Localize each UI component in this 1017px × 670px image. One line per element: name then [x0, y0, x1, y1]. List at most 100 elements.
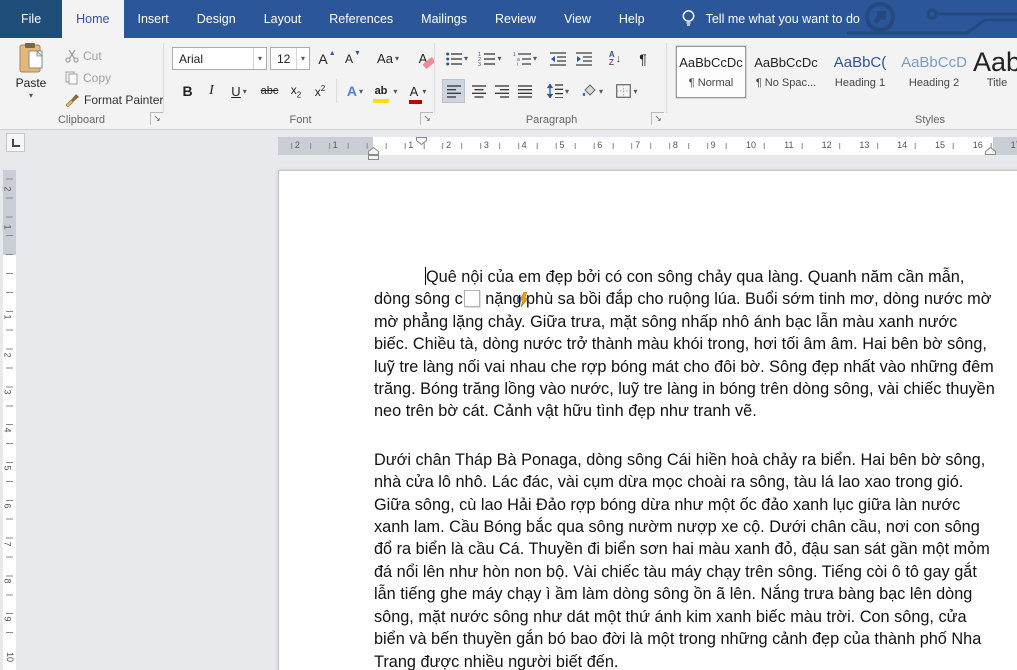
highlight-glyph: ab: [372, 85, 389, 103]
tab-insert[interactable]: Insert: [124, 0, 183, 38]
underline-dropdown-icon: ▾: [242, 86, 247, 96]
sort-button[interactable]: AZ ↓: [602, 47, 628, 70]
underline-button[interactable]: U ▾: [224, 79, 254, 103]
tell-me-box[interactable]: Tell me what you want to do: [681, 0, 860, 38]
subscript-button[interactable]: x2: [285, 79, 307, 103]
cut-label: Cut: [83, 48, 102, 63]
tab-layout[interactable]: Layout: [250, 0, 316, 38]
shading-button[interactable]: ▾: [577, 79, 607, 103]
font-name-value: Arial: [179, 51, 204, 66]
ribbon: Paste ▾ Cut Copy Format Painter Clipboar…: [0, 38, 1017, 130]
style-heading1[interactable]: AaBbC( Heading 1: [825, 46, 895, 98]
svg-text:i: i: [517, 62, 518, 66]
borders-icon: [616, 84, 632, 98]
style-normal[interactable]: AaBbCcDc ¶ Normal: [676, 46, 746, 98]
document-workspace[interactable]: Quê nội của em đẹp bởi có con sông chảy …: [0, 163, 1017, 670]
font-group-label: Font: [289, 114, 312, 126]
decrease-indent-icon: [550, 51, 566, 66]
font-color-button[interactable]: A ▾: [403, 79, 433, 104]
grow-font-button[interactable]: A ▲: [315, 47, 339, 70]
tab-view[interactable]: View: [550, 0, 605, 38]
align-left-button[interactable]: [442, 79, 465, 103]
numbering-dropdown-icon: ▾: [497, 54, 502, 63]
change-case-button[interactable]: Aa ▾: [372, 47, 404, 70]
tab-file[interactable]: File: [0, 0, 63, 38]
style-name: ¶ No Spac...: [755, 77, 817, 89]
show-hide-pilcrow-button[interactable]: ¶: [632, 47, 654, 70]
tab-references[interactable]: References: [315, 0, 407, 38]
cut-button[interactable]: Cut: [62, 45, 105, 66]
tab-mailings[interactable]: Mailings: [407, 0, 481, 38]
vruler-number: 4: [2, 426, 13, 434]
vruler-number: 1: [2, 223, 13, 231]
clear-formatting-button[interactable]: A: [410, 47, 436, 70]
align-center-button[interactable]: [467, 79, 490, 103]
paste-label: Paste: [15, 76, 47, 90]
horizontal-ruler[interactable]: 121234567891011121314151617: [278, 137, 1017, 160]
shrink-font-button[interactable]: A ▼: [341, 47, 365, 70]
change-case-glyph: Aa: [377, 51, 393, 66]
copy-icon: [65, 71, 78, 84]
copy-button[interactable]: Copy: [62, 67, 114, 88]
first-line-indent-marker[interactable]: [416, 137, 427, 145]
align-right-button[interactable]: [490, 79, 513, 103]
font-size-combo[interactable]: 12 ▾: [270, 47, 310, 70]
hanging-indent-marker[interactable]: [368, 147, 379, 160]
font-color-dropdown-icon: ▾: [422, 86, 427, 96]
vruler-number: 8: [2, 577, 13, 585]
tab-review[interactable]: Review: [481, 0, 550, 38]
paragraph-1[interactable]: Quê nội của em đẹp bởi có con sông chảy …: [374, 266, 995, 423]
hruler-number: 11: [782, 140, 796, 150]
autocorrect-options-icon[interactable]: [463, 290, 529, 308]
decrease-indent-button[interactable]: [546, 47, 570, 70]
document-text[interactable]: Quê nội của em đẹp bởi có con sông chảy …: [374, 266, 995, 670]
justify-button[interactable]: [513, 79, 536, 103]
format-painter-button[interactable]: Format Painter: [62, 89, 166, 110]
paste-button[interactable]: Paste ▾: [6, 42, 56, 112]
style-name: Heading 1: [834, 77, 886, 89]
multilevel-list-button[interactable]: 1ai ▾: [508, 47, 542, 70]
italic-button[interactable]: I: [201, 79, 222, 103]
style-heading2[interactable]: AaBbCcD Heading 2: [899, 46, 969, 98]
svg-text:1: 1: [513, 52, 516, 58]
font-dialog-launcher[interactable]: ↘: [420, 112, 433, 125]
increase-indent-button[interactable]: [572, 47, 596, 70]
font-name-dropdown-icon: ▾: [252, 48, 266, 69]
tab-help[interactable]: Help: [605, 0, 659, 38]
style-no-spacing[interactable]: AaBbCcDc ¶ No Spac...: [751, 46, 821, 98]
tab-stop-selector[interactable]: [6, 133, 25, 152]
lightbulb-icon: [682, 10, 695, 26]
font-name-combo[interactable]: Arial ▾: [172, 47, 267, 70]
style-preview: Aab: [972, 47, 1017, 77]
tab-design[interactable]: Design: [183, 0, 250, 38]
right-indent-marker[interactable]: [985, 147, 996, 155]
vertical-ruler[interactable]: 1 2 1 2 3 4 5 6 7 8 9 10: [2, 170, 16, 670]
shading-dropdown-icon: ▾: [598, 86, 603, 96]
paragraph-2[interactable]: Dưới chân Tháp Bà Ponaga, dòng sông Cái …: [374, 449, 995, 670]
highlight-button[interactable]: ab ▾: [371, 79, 401, 103]
align-center-icon: [471, 84, 486, 98]
style-preview: AaBbC(: [833, 53, 887, 71]
line-spacing-button[interactable]: ▾: [543, 79, 573, 103]
bullets-button[interactable]: ▾: [442, 47, 472, 70]
style-title[interactable]: Aab Title: [967, 46, 1017, 98]
strikethrough-button[interactable]: abc: [256, 79, 283, 103]
tab-home[interactable]: Home: [62, 0, 124, 38]
styles-group-label: Styles: [915, 114, 945, 126]
hruler-number: 6: [595, 140, 605, 150]
text-effects-button[interactable]: A ▾: [341, 79, 369, 103]
superscript-button[interactable]: x2: [309, 79, 331, 103]
hruler-number: 14: [895, 140, 910, 150]
numbering-button[interactable]: 123 ▾: [474, 47, 506, 70]
paragraph-group-label: Paragraph: [525, 114, 578, 126]
bold-glyph: B: [182, 83, 193, 99]
hruler-number: 10: [743, 140, 759, 150]
clipboard-dialog-launcher[interactable]: ↘: [150, 112, 163, 125]
font-size-value: 12: [277, 51, 291, 66]
borders-button[interactable]: ▾: [611, 79, 643, 103]
bold-button[interactable]: B: [176, 79, 199, 103]
document-page[interactable]: Quê nội của em đẹp bởi có con sông chảy …: [278, 170, 1017, 670]
underline-glyph: U: [231, 83, 241, 99]
paragraph-dialog-launcher[interactable]: ↘: [651, 112, 664, 125]
pilcrow-glyph: ¶: [639, 50, 647, 67]
